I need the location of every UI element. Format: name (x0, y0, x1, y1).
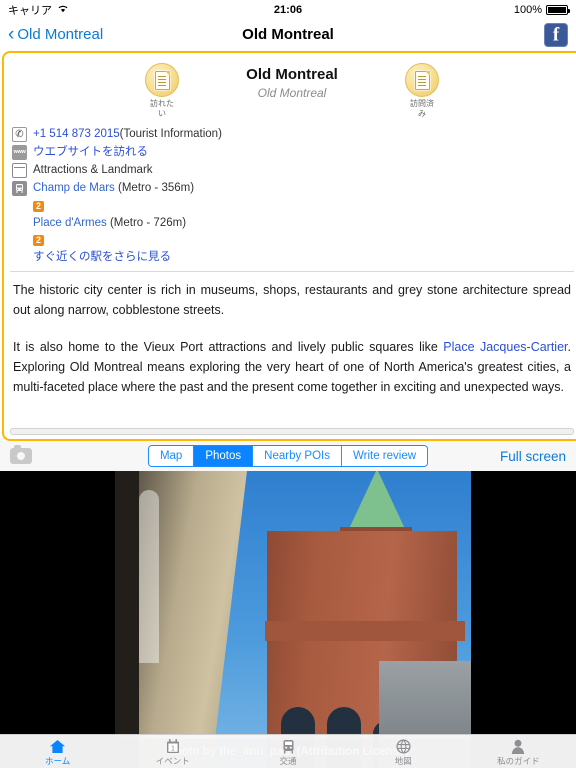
phone-icon: ✆ (12, 127, 27, 142)
station-first-text: Champ de Mars (Metro - 356m) (33, 181, 194, 196)
card-horizontal-scrollbar[interactable] (10, 428, 574, 435)
tab-photos[interactable]: Photos (194, 446, 254, 466)
visited-badge[interactable]: 訪問済 み (396, 63, 448, 119)
station-count-0-row: 2 (33, 199, 572, 214)
station-link-0[interactable]: Champ de Mars (33, 182, 115, 194)
battery-icon (546, 5, 570, 15)
poi-card: 訪れた い Old Montreal Old Montreal 訪問済 み ✆ … (2, 51, 576, 441)
navigation-bar: ‹ Old Montreal Old Montreal f (0, 20, 576, 49)
facebook-share-button[interactable]: f (544, 22, 568, 47)
landmark-icon (12, 163, 27, 178)
tab-nearby-pois[interactable]: Nearby POIs (253, 446, 342, 466)
camera-icon[interactable] (10, 445, 32, 464)
poi-title-block: Old Montreal Old Montreal (222, 63, 362, 100)
svg-text:1: 1 (171, 745, 175, 752)
tab-transport[interactable]: 交通 (230, 735, 345, 768)
tab-map[interactable]: Map (148, 446, 195, 466)
info-row-phone-text: +1 514 873 2015(Tourist Information) (33, 127, 222, 142)
want-to-visit-label-line2: い (158, 109, 166, 118)
status-bar-clock: 21:06 (273, 4, 303, 16)
station-detail-0: (Metro - 356m) (114, 182, 195, 194)
calendar-icon: 1 (166, 738, 180, 755)
tab-map-label: 地図 (394, 755, 412, 766)
place-jacques-cartier-link[interactable]: Place Jacques-Cartier (443, 340, 567, 354)
more-stations-link[interactable]: すぐ近くの駅をさらに見る (33, 251, 171, 263)
tab-my-guide-label: 私のガイド (497, 755, 540, 766)
tab-home-label: ホーム (44, 755, 71, 766)
info-row-station-first[interactable]: Champ de Mars (Metro - 356m) (12, 181, 572, 196)
page-title: Old Montreal (242, 26, 334, 43)
train-icon (281, 738, 296, 755)
description-p2-before: It is also home to the Vieux Port attrac… (13, 340, 444, 354)
description-paragraph-1: The historic city center is rich in muse… (13, 283, 571, 317)
tab-map[interactable]: 地図 (346, 735, 461, 768)
person-icon (511, 738, 525, 755)
station-link-1[interactable]: Place d'Armes (33, 217, 107, 229)
poi-subtitle: Old Montreal (257, 86, 327, 100)
photo-viewer[interactable]: Photo by the_anti_paul (Attribution Lice… (0, 471, 576, 768)
photo-image (115, 471, 471, 768)
globe-icon (396, 738, 411, 755)
poi-title: Old Montreal (246, 66, 338, 83)
visited-label-line2: み (418, 109, 426, 118)
station-line-count-badge: 2 (33, 235, 44, 246)
facebook-icon: f (552, 24, 560, 45)
train-icon (12, 181, 27, 196)
tab-events-label: イベント (155, 755, 190, 766)
status-bar-left: キャリア (8, 2, 69, 18)
station-row-1[interactable]: Place d'Armes (Metro - 726m) (33, 216, 572, 231)
battery-percent-label: 100% (513, 4, 542, 16)
tab-transport-label: 交通 (279, 755, 297, 766)
home-icon (49, 738, 66, 755)
website-link[interactable]: ウエブサイトを訪れる (33, 145, 148, 160)
station-line-count-badge: 2 (33, 201, 44, 212)
poi-badges-row: 訪れた い Old Montreal Old Montreal 訪問済 み (4, 53, 576, 125)
tab-write-review[interactable]: Write review (341, 446, 428, 466)
poi-info-list: ✆ +1 514 873 2015(Tourist Information) w… (4, 125, 576, 265)
info-row-phone[interactable]: ✆ +1 514 873 2015(Tourist Information) (12, 127, 572, 142)
poi-card-content: 訪れた い Old Montreal Old Montreal 訪問済 み ✆ … (4, 53, 576, 424)
status-bar: キャリア 21:06 100% (0, 0, 576, 20)
tab-my-guide[interactable]: 私のガイド (461, 735, 576, 768)
category-label: Attractions & Landmark (33, 164, 153, 176)
poi-card-wrapper: 訪れた い Old Montreal Old Montreal 訪問済 み ✆ … (0, 51, 576, 441)
media-segmented-control: Map Photos Nearby POIs Write review (147, 445, 429, 467)
photo-cornice (265, 621, 465, 641)
phone-note: (Tourist Information) (119, 128, 222, 140)
www-icon: www (12, 145, 27, 160)
info-row-website[interactable]: www ウエブサイトを訪れる (12, 145, 572, 160)
status-bar-right: 100% (513, 4, 570, 16)
carrier-label: キャリア (8, 5, 52, 17)
poi-description: The historic city center is rich in muse… (4, 272, 576, 397)
media-toolbar: Map Photos Nearby POIs Write review Full… (0, 441, 576, 471)
description-paragraph-2: It is also home to the Vieux Port attrac… (13, 337, 571, 397)
station-count-1-row: 2 (33, 233, 572, 248)
bottom-tab-bar: ホーム 1 イベント 交通 地図 私のガイド (0, 734, 576, 768)
phone-number-link[interactable]: +1 514 873 2015 (33, 128, 120, 140)
full-screen-button[interactable]: Full screen (500, 449, 566, 464)
app-root: キャリア 21:06 100% ‹ Old Montreal Old Montr… (0, 0, 576, 768)
want-to-visit-badge[interactable]: 訪れた い (136, 63, 188, 119)
more-stations-row[interactable]: すぐ近くの駅をさらに見る (33, 250, 572, 265)
document-star-icon (145, 63, 179, 97)
tab-home[interactable]: ホーム (0, 735, 115, 768)
wifi-icon (57, 4, 69, 16)
info-row-category: Attractions & Landmark (12, 163, 572, 178)
document-check-icon (405, 63, 439, 97)
tab-events[interactable]: 1 イベント (115, 735, 230, 768)
station-detail-1: (Metro - 726m) (106, 217, 187, 229)
visited-label-line1: 訪問済 (410, 99, 434, 108)
want-to-visit-label-line1: 訪れた (150, 99, 174, 108)
